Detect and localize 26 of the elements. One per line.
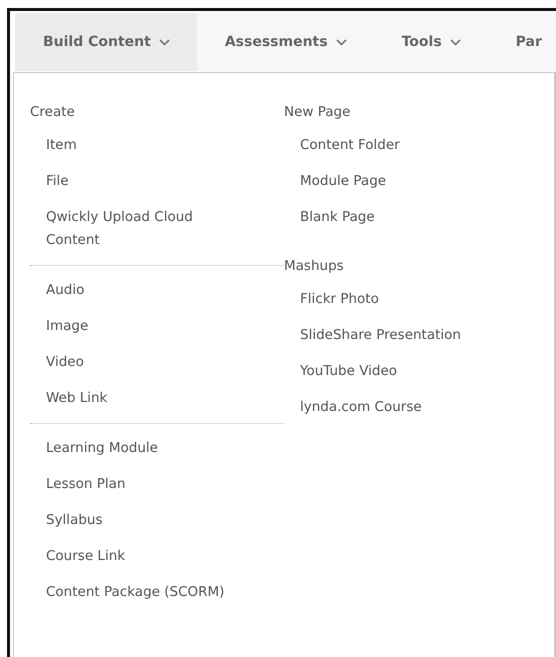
menu-item[interactable]: Course Link: [46, 545, 126, 568]
menu-item[interactable]: File: [46, 170, 69, 193]
menu-item[interactable]: Learning Module: [46, 437, 158, 460]
menu-item[interactable]: Module Page: [300, 170, 386, 193]
menu-item[interactable]: Content Package (SCORM): [46, 581, 224, 604]
menu-tab[interactable]: Tools: [374, 13, 488, 71]
section-heading: Create: [30, 103, 75, 122]
menu-item[interactable]: SlideShare Presentation: [300, 324, 461, 347]
section-heading: New Page: [284, 103, 350, 122]
menu-item[interactable]: lynda.com Course: [300, 396, 422, 419]
menu-item[interactable]: Qwickly Upload Cloud Content: [46, 206, 236, 252]
menu-item[interactable]: Flickr Photo: [300, 288, 379, 311]
section-heading: Mashups: [284, 257, 344, 276]
menu-tab[interactable]: Par: [488, 13, 556, 71]
menu-tab[interactable]: Assessments: [196, 13, 374, 71]
menu-item[interactable]: YouTube Video: [300, 360, 398, 383]
menu-item[interactable]: Web Link: [46, 387, 108, 410]
menu-item[interactable]: Image: [46, 315, 88, 338]
menu-item[interactable]: Content Folder: [300, 134, 400, 157]
menu-item[interactable]: Item: [46, 134, 77, 157]
menu-tab[interactable]: Build Content: [15, 13, 197, 71]
menu-item[interactable]: Syllabus: [46, 509, 102, 532]
menu-item[interactable]: Blank Page: [300, 206, 375, 229]
menu-item[interactable]: Audio: [46, 279, 84, 302]
menu-item[interactable]: Lesson Plan: [46, 473, 126, 496]
menu-item[interactable]: Video: [46, 351, 84, 374]
